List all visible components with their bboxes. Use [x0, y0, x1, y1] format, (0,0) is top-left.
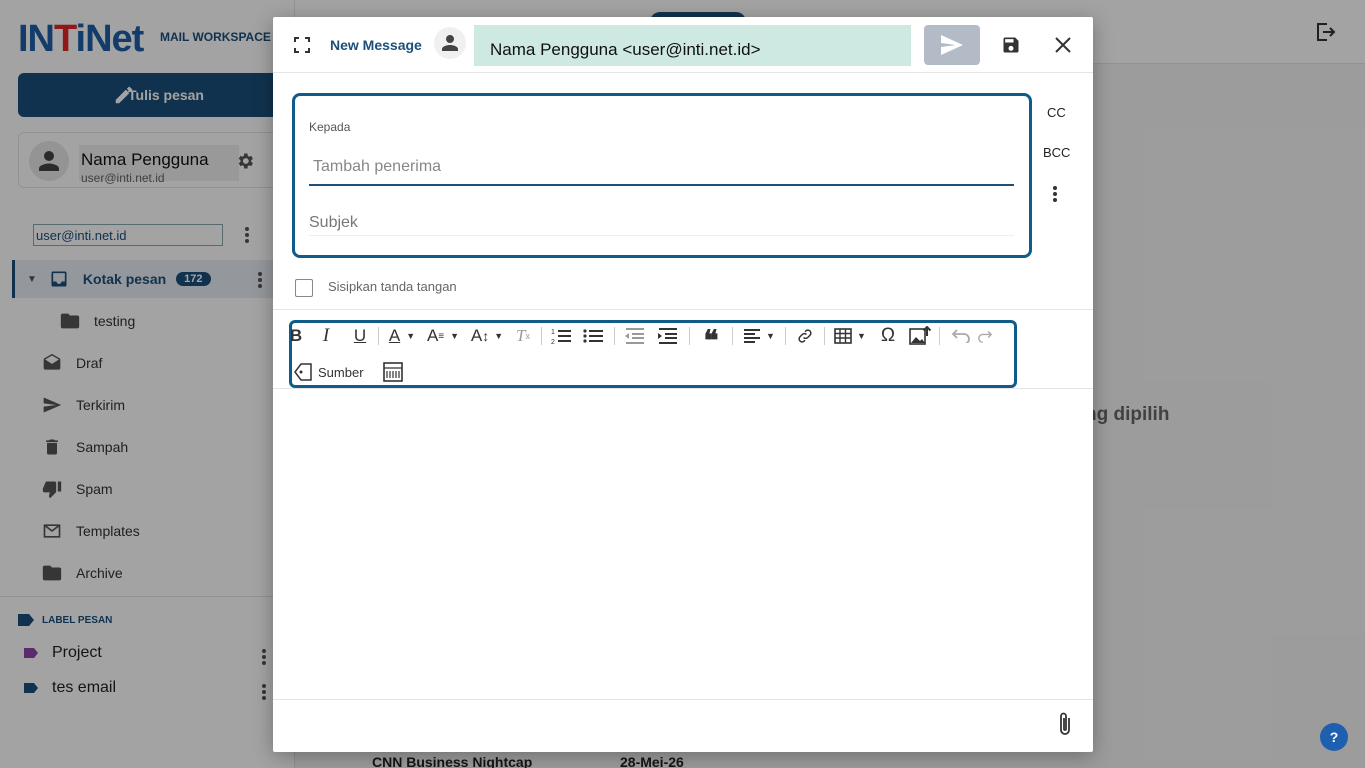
send-button[interactable] — [924, 25, 980, 65]
to-label: Kepada — [309, 120, 351, 134]
divider — [273, 699, 1093, 700]
toolbar-separator — [378, 327, 379, 345]
source-label: Sumber — [318, 364, 364, 380]
bold-icon[interactable]: B — [290, 324, 306, 348]
bcc-button[interactable]: BCC — [1043, 145, 1070, 160]
sender-avatar — [434, 27, 466, 59]
source-code-icon — [294, 363, 312, 381]
italic-icon[interactable]: I — [306, 324, 346, 348]
message-body-editor[interactable] — [273, 389, 1093, 699]
toolbar-row: B I U A ▼ A ≡ ▼ A ↕ ▼ Tx 12 ❝ ▼ ▼ Ω — [290, 323, 992, 355]
fullscreen-icon[interactable] — [293, 36, 311, 54]
toolbar-separator — [824, 327, 825, 345]
table-icon[interactable]: ▼ — [829, 324, 871, 348]
send-icon — [941, 35, 963, 55]
toolbar-separator — [939, 327, 940, 345]
signature-label: Sisipkan tanda tangan — [328, 279, 457, 294]
svg-text:1: 1 — [551, 329, 555, 336]
from-select[interactable]: Nama Pengguna <user@inti.net.id> — [474, 25, 911, 66]
bullet-list-icon[interactable] — [576, 324, 610, 348]
source-button[interactable]: Sumber — [292, 360, 364, 384]
special-char-icon[interactable]: Ω — [871, 324, 905, 348]
attachment-icon[interactable] — [1056, 711, 1074, 737]
toolbar-row: Sumber — [292, 360, 404, 384]
more-vert-icon[interactable] — [1052, 185, 1058, 203]
recipients-panel: Kepada — [292, 93, 1032, 258]
indent-icon[interactable] — [649, 324, 685, 348]
image-upload-icon[interactable] — [905, 324, 935, 348]
blockquote-icon[interactable]: ❝ — [694, 324, 728, 355]
editor-toolbar: B I U A ▼ A ≡ ▼ A ↕ ▼ Tx 12 ❝ ▼ ▼ Ω Sumb… — [289, 320, 1017, 388]
subject-input[interactable] — [309, 206, 1014, 236]
save-icon[interactable] — [1001, 35, 1021, 55]
divider — [273, 309, 1093, 310]
toolbar-separator — [689, 327, 690, 345]
person-icon — [442, 35, 458, 51]
to-input[interactable] — [309, 142, 1014, 186]
help-button[interactable]: ? — [1320, 723, 1348, 751]
font-size-icon[interactable]: A ↕ ▼ — [465, 324, 509, 348]
underline-icon[interactable]: U — [346, 324, 374, 348]
redo-icon[interactable] — [978, 324, 992, 348]
font-family-icon[interactable]: A ≡ ▼ — [421, 324, 465, 348]
signature-checkbox[interactable] — [295, 279, 313, 297]
compose-dialog: New Message Nama Pengguna <user@inti.net… — [273, 17, 1093, 752]
toolbar-separator — [541, 327, 542, 345]
link-icon[interactable] — [790, 324, 820, 348]
undo-icon[interactable] — [944, 324, 978, 348]
close-icon[interactable] — [1054, 36, 1072, 54]
toolbar-separator — [732, 327, 733, 345]
template-icon[interactable] — [382, 360, 404, 384]
font-color-icon[interactable]: A ▼ — [383, 324, 421, 348]
toolbar-separator — [785, 327, 786, 345]
clear-format-icon[interactable]: Tx — [509, 324, 537, 348]
cc-button[interactable]: CC — [1047, 105, 1066, 120]
numbered-list-icon[interactable]: 12 — [546, 324, 576, 348]
toolbar-separator — [614, 327, 615, 345]
compose-header: New Message Nama Pengguna <user@inti.net… — [273, 17, 1093, 73]
svg-text:2: 2 — [551, 339, 555, 345]
compose-title: New Message — [330, 37, 422, 53]
outdent-icon[interactable] — [619, 324, 649, 348]
align-icon[interactable]: ▼ — [737, 324, 781, 348]
